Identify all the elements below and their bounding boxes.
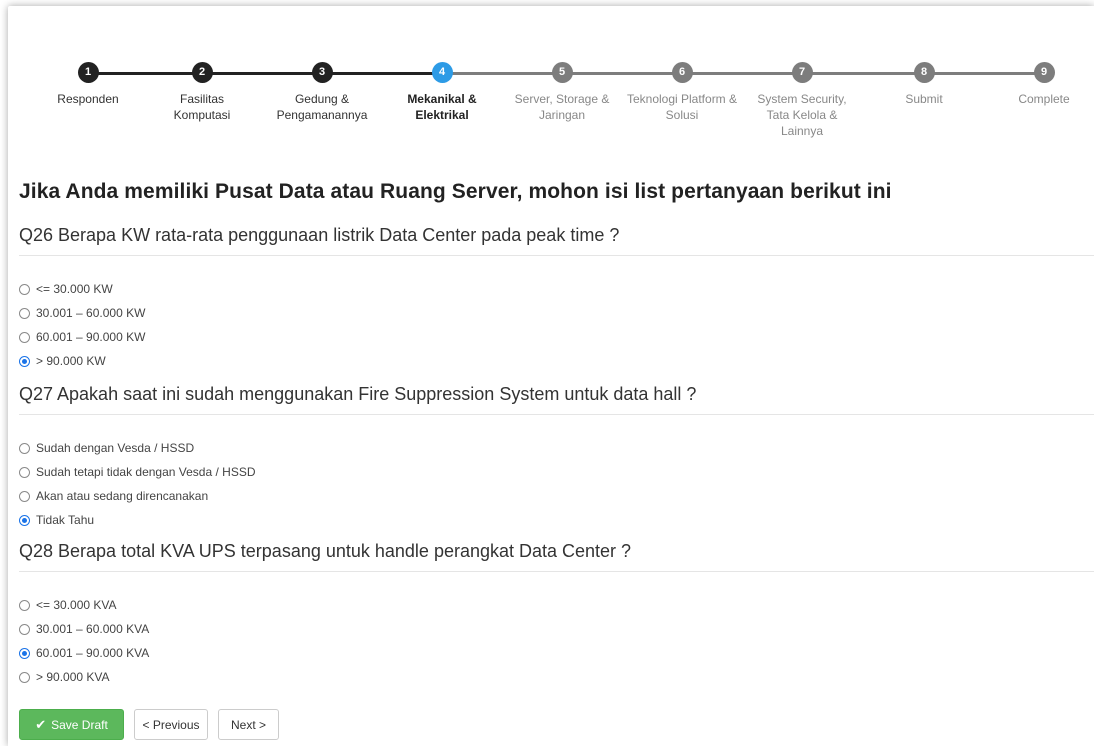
step-number: 4: [431, 62, 453, 83]
question-title: Q28 Berapa total KVA UPS terpasang untuk…: [19, 541, 1094, 572]
radio-button[interactable]: [19, 307, 30, 319]
step-server-storage-jaringan[interactable]: 5 Server, Storage & Jaringan: [506, 62, 618, 123]
step-label: Server, Storage & Jaringan: [514, 92, 610, 122]
radio-button[interactable]: [19, 599, 30, 611]
option-label[interactable]: Tidak Tahu: [36, 513, 94, 527]
next-button[interactable]: Next >: [218, 709, 279, 740]
step-number: 6: [671, 62, 693, 83]
step-label: Complete: [1018, 92, 1070, 106]
step-number: 1: [77, 62, 99, 83]
radio-button[interactable]: [19, 623, 30, 635]
step-label: Mekanikal & Elektrikal: [407, 92, 477, 122]
radio-option[interactable]: Tidak Tahu: [19, 508, 1094, 532]
radio-option[interactable]: Akan atau sedang direncanakan: [19, 484, 1094, 508]
option-group: <= 30.000 KVA 30.001 – 60.000 KVA 60.001…: [19, 593, 1094, 689]
step-label: Submit: [905, 92, 943, 106]
checkmark-icon: ✔: [35, 716, 47, 732]
radio-button[interactable]: [19, 466, 30, 478]
page-title: Jika Anda memiliki Pusat Data atau Ruang…: [19, 180, 892, 203]
question-title: Q27 Apakah saat ini sudah menggunakan Fi…: [19, 384, 1094, 415]
option-label[interactable]: 60.001 – 90.000 KVA: [36, 646, 149, 660]
option-group: <= 30.000 KW 30.001 – 60.000 KW 60.001 –…: [19, 277, 1094, 373]
step-number: 8: [913, 62, 935, 83]
radio-button[interactable]: [19, 671, 30, 683]
step-number: 2: [191, 62, 213, 83]
question-title: Q26 Berapa KW rata-rata penggunaan listr…: [19, 225, 1094, 256]
step-number: 9: [1033, 62, 1055, 83]
save-draft-label: Save Draft: [51, 717, 108, 732]
option-label[interactable]: > 90.000 KVA: [36, 670, 110, 684]
previous-button[interactable]: < Previous: [134, 709, 208, 740]
radio-option[interactable]: <= 30.000 KVA: [19, 593, 1094, 617]
radio-button[interactable]: [19, 442, 30, 454]
radio-option[interactable]: 60.001 – 90.000 KVA: [19, 641, 1094, 665]
option-label[interactable]: 30.001 – 60.000 KW: [36, 306, 145, 320]
radio-button[interactable]: [19, 283, 30, 295]
radio-option[interactable]: > 90.000 KVA: [19, 665, 1094, 689]
option-label[interactable]: Akan atau sedang direncanakan: [36, 489, 208, 503]
step-submit[interactable]: 8 Submit: [864, 62, 984, 107]
save-draft-button[interactable]: ✔ Save Draft: [19, 709, 124, 740]
step-number: 5: [551, 62, 573, 83]
radio-option[interactable]: <= 30.000 KW: [19, 277, 1094, 301]
step-label: Gedung & Pengamanannya: [276, 92, 368, 122]
question-q27: Q27 Apakah saat ini sudah menggunakan Fi…: [19, 384, 1094, 532]
step-number: 3: [311, 62, 333, 83]
radio-option[interactable]: 30.001 – 60.000 KW: [19, 301, 1094, 325]
step-system-security[interactable]: 7 System Security, Tata Kelola & Lainnya: [752, 62, 852, 139]
question-q26: Q26 Berapa KW rata-rata penggunaan listr…: [19, 225, 1094, 373]
radio-button[interactable]: [19, 331, 30, 343]
step-complete[interactable]: 9 Complete: [999, 62, 1089, 107]
radio-button-selected[interactable]: [19, 647, 30, 659]
progress-stepper: 1 Responden 2 Fasilitas Komputasi 3 Gedu…: [0, 0, 1094, 160]
step-label: Teknologi Platform & Solusi: [626, 92, 738, 122]
step-gedung-pengamanan[interactable]: 3 Gedung & Pengamanannya: [267, 62, 377, 123]
option-group: Sudah dengan Vesda / HSSD Sudah tetapi t…: [19, 436, 1094, 532]
step-label: Fasilitas Komputasi: [173, 92, 231, 122]
radio-option[interactable]: 30.001 – 60.000 KVA: [19, 617, 1094, 641]
option-label[interactable]: Sudah tetapi tidak dengan Vesda / HSSD: [36, 465, 256, 479]
step-mekanikal-elektrikal[interactable]: 4 Mekanikal & Elektrikal: [397, 62, 487, 123]
step-label: Responden: [57, 92, 119, 106]
radio-option[interactable]: > 90.000 KW: [19, 349, 1094, 373]
option-label[interactable]: 60.001 – 90.000 KW: [36, 330, 145, 344]
radio-option[interactable]: Sudah tetapi tidak dengan Vesda / HSSD: [19, 460, 1094, 484]
radio-button-selected[interactable]: [19, 514, 30, 526]
step-number: 7: [791, 62, 813, 83]
option-label[interactable]: 30.001 – 60.000 KVA: [36, 622, 149, 636]
option-label[interactable]: <= 30.000 KVA: [36, 598, 117, 612]
option-label[interactable]: > 90.000 KW: [36, 354, 106, 368]
question-q28: Q28 Berapa total KVA UPS terpasang untuk…: [19, 541, 1094, 689]
radio-option[interactable]: Sudah dengan Vesda / HSSD: [19, 436, 1094, 460]
step-fasilitas-komputasi[interactable]: 2 Fasilitas Komputasi: [157, 62, 247, 123]
radio-option[interactable]: 60.001 – 90.000 KW: [19, 325, 1094, 349]
step-label: System Security, Tata Kelola & Lainnya: [757, 92, 847, 138]
step-teknologi-platform[interactable]: 6 Teknologi Platform & Solusi: [626, 62, 738, 123]
radio-button[interactable]: [19, 490, 30, 502]
option-label[interactable]: <= 30.000 KW: [36, 282, 113, 296]
form-actions: ✔ Save Draft < Previous Next >: [19, 709, 289, 740]
step-responden[interactable]: 1 Responden: [28, 62, 148, 107]
radio-button-selected[interactable]: [19, 355, 30, 367]
option-label[interactable]: Sudah dengan Vesda / HSSD: [36, 441, 194, 455]
